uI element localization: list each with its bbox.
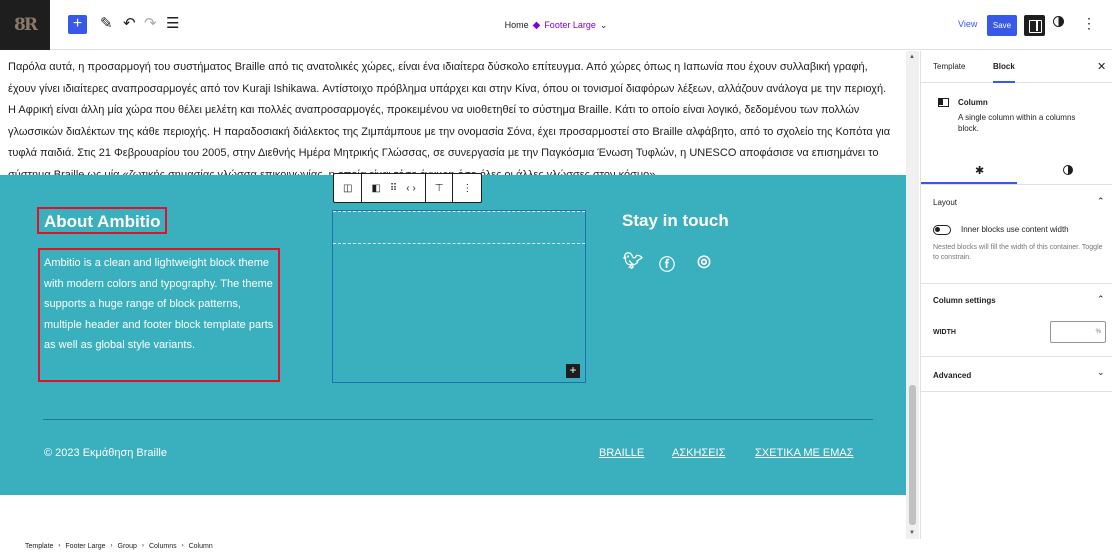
redo-icon[interactable]: ↷ [144, 14, 157, 32]
editor-top-bar: 8R + ✎ ↶ ↷ ☰ Home ◆ Footer Large ⌄ View … [0, 0, 1112, 50]
column-icon[interactable]: ◧ [371, 183, 380, 194]
copyright-text[interactable]: © 2023 Εκμάθηση Braille [44, 447, 167, 459]
breadcrumb-item[interactable]: Template [25, 543, 53, 550]
columns-icon[interactable]: ◫ [343, 183, 352, 194]
toggle-help-text: Nested blocks will fill the width of thi… [933, 244, 1103, 261]
align-top-icon[interactable]: ⊤ [435, 183, 444, 194]
breadcrumb-item[interactable]: Footer Large [65, 543, 105, 550]
pencil-icon[interactable]: ✎ [100, 14, 113, 32]
toolbar-group-parent: ◫ [334, 174, 363, 202]
more-options-icon[interactable]: ⋮ [1082, 15, 1096, 32]
toolbar-group-more: ⋮ [453, 174, 481, 202]
panel-heading-advanced[interactable]: Advanced [933, 371, 971, 380]
view-button[interactable]: View [958, 19, 977, 29]
breadcrumb-item[interactable]: Columns [149, 543, 177, 550]
template-part-icon: ◆ [532, 19, 541, 31]
inner-blocks-toggle[interactable] [933, 225, 951, 235]
save-button[interactable]: Save [987, 15, 1017, 36]
toolbar-group-block: ◧ ⠿ ‹ › [362, 174, 426, 202]
sidebar-tabs: Template Block ✕ [921, 51, 1112, 83]
about-text[interactable]: Ambitio is a clean and lightweight block… [38, 248, 280, 382]
width-label: WIDTH [933, 329, 956, 336]
footer-separator [43, 419, 873, 420]
panel-divider [921, 283, 1112, 284]
site-logo[interactable]: 8R [0, 0, 50, 50]
scroll-thumb[interactable] [909, 385, 916, 525]
selected-column-block[interactable]: + [332, 210, 586, 383]
styles-icon[interactable] [1053, 16, 1064, 27]
twitter-icon[interactable]: 🐦︎ [623, 251, 643, 271]
panel-divider [921, 391, 1112, 392]
block-appender-plus-icon[interactable]: + [566, 364, 580, 378]
block-card-description: A single column within a columns block. [958, 113, 1076, 133]
close-icon[interactable]: ✕ [1097, 60, 1106, 73]
block-toolbar: ◫ ◧ ⠿ ‹ › ⊤ ⋮ [333, 173, 483, 203]
width-input[interactable]: % [1050, 321, 1106, 343]
inspector-tabs: ✱ [921, 157, 1112, 185]
footer-link-about[interactable]: ΣΧΕΤΙΚΑ ΜΕ ΕΜΑΣ [755, 447, 854, 459]
toggle-label: Inner blocks use content width [961, 225, 1069, 234]
document-title-template-part[interactable]: Footer Large [544, 20, 596, 30]
gear-icon[interactable]: ✱ [975, 164, 984, 177]
panel-heading-layout[interactable]: Layout [933, 198, 957, 207]
chevron-down-icon[interactable]: ⌄ [600, 20, 608, 31]
settings-sidebar-icon[interactable] [1024, 15, 1045, 36]
list-view-icon[interactable]: ☰ [166, 14, 179, 32]
undo-icon[interactable]: ↶ [123, 14, 136, 32]
chevron-down-icon[interactable]: ⌄ [1097, 367, 1105, 378]
empty-block-placeholder[interactable] [333, 211, 585, 244]
chevron-right-icon: › [141, 543, 144, 549]
toolbar-group-align: ⊤ [426, 174, 454, 202]
chevron-right-icon: › [181, 543, 184, 549]
active-tab-indicator [921, 182, 1017, 184]
drag-handle-icon[interactable]: ⠿ [390, 183, 397, 194]
instagram-icon[interactable]: ◎ [697, 251, 711, 271]
chevron-up-icon[interactable]: ⌃ [1097, 294, 1105, 305]
document-title-home[interactable]: Home [505, 20, 529, 30]
scroll-down-icon[interactable]: ▼ [909, 530, 915, 536]
scroll-up-icon[interactable]: ▲ [909, 54, 915, 60]
tab-template[interactable]: Template [933, 62, 965, 71]
canvas-scrollbar[interactable]: ▲ ▼ [906, 51, 919, 539]
breadcrumb-item[interactable]: Group [118, 543, 137, 550]
chevron-right-icon: › [58, 543, 61, 549]
breadcrumb-item: Column [188, 542, 213, 550]
panel-divider [921, 356, 1112, 357]
column-block-icon [938, 98, 949, 107]
styles-tab-icon[interactable] [1063, 165, 1073, 175]
block-card-title: Column [958, 98, 988, 107]
facebook-icon[interactable]: ⓕ [659, 251, 675, 275]
add-block-button[interactable]: + [68, 15, 87, 34]
chevron-right-icon: › [110, 543, 113, 549]
settings-sidebar: Template Block ✕ Column A single column … [920, 51, 1112, 539]
stay-in-touch-heading[interactable]: Stay in touch [622, 211, 729, 231]
tab-block[interactable]: Block [993, 62, 1015, 83]
move-arrows-icon[interactable]: ‹ › [406, 183, 415, 194]
footer-link-braille[interactable]: BRAILLE [599, 447, 644, 459]
footer-link-exercises[interactable]: ΑΣΚΗΣΕΙΣ [672, 447, 725, 459]
about-heading[interactable]: About Ambitio [37, 207, 168, 234]
more-options-icon[interactable]: ⋮ [462, 183, 472, 194]
paragraph-block[interactable]: Παρόλα αυτά, η προσαρμογή του συστήματος… [8, 57, 896, 186]
panel-heading-column-settings[interactable]: Column settings [933, 296, 996, 305]
chevron-up-icon[interactable]: ⌃ [1097, 196, 1105, 207]
block-breadcrumb: Template › Footer Large › Group › Column… [0, 539, 1112, 553]
